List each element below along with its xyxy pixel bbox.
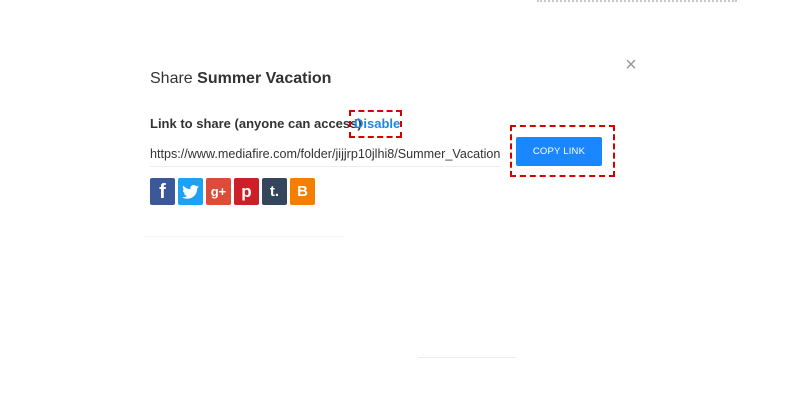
close-icon[interactable]: × [622,55,640,75]
copy-link-button[interactable]: COPY LINK [516,137,602,166]
tumblr-icon[interactable]: t. [262,178,287,205]
title-prefix: Share [150,70,193,87]
social-share-bar: f g+ p t. B [150,178,315,205]
share-link-label: Link to share (anyone can access) [150,116,362,131]
pinterest-icon[interactable]: p [234,178,259,205]
faint-divider [145,236,345,237]
facebook-icon[interactable]: f [150,178,175,205]
blogger-icon[interactable]: B [290,178,315,205]
disable-link[interactable]: Disable [354,116,400,131]
share-url[interactable]: https://www.mediafire.com/folder/jijjrp1… [150,144,506,164]
faint-divider-bottom [418,357,516,358]
dialog-title: Share Summer Vacation [150,70,331,88]
url-underline [150,166,500,167]
google-plus-icon[interactable]: g+ [206,178,231,205]
title-item-name: Summer Vacation [197,70,332,87]
twitter-icon[interactable] [178,178,203,205]
top-divider [537,0,737,2]
